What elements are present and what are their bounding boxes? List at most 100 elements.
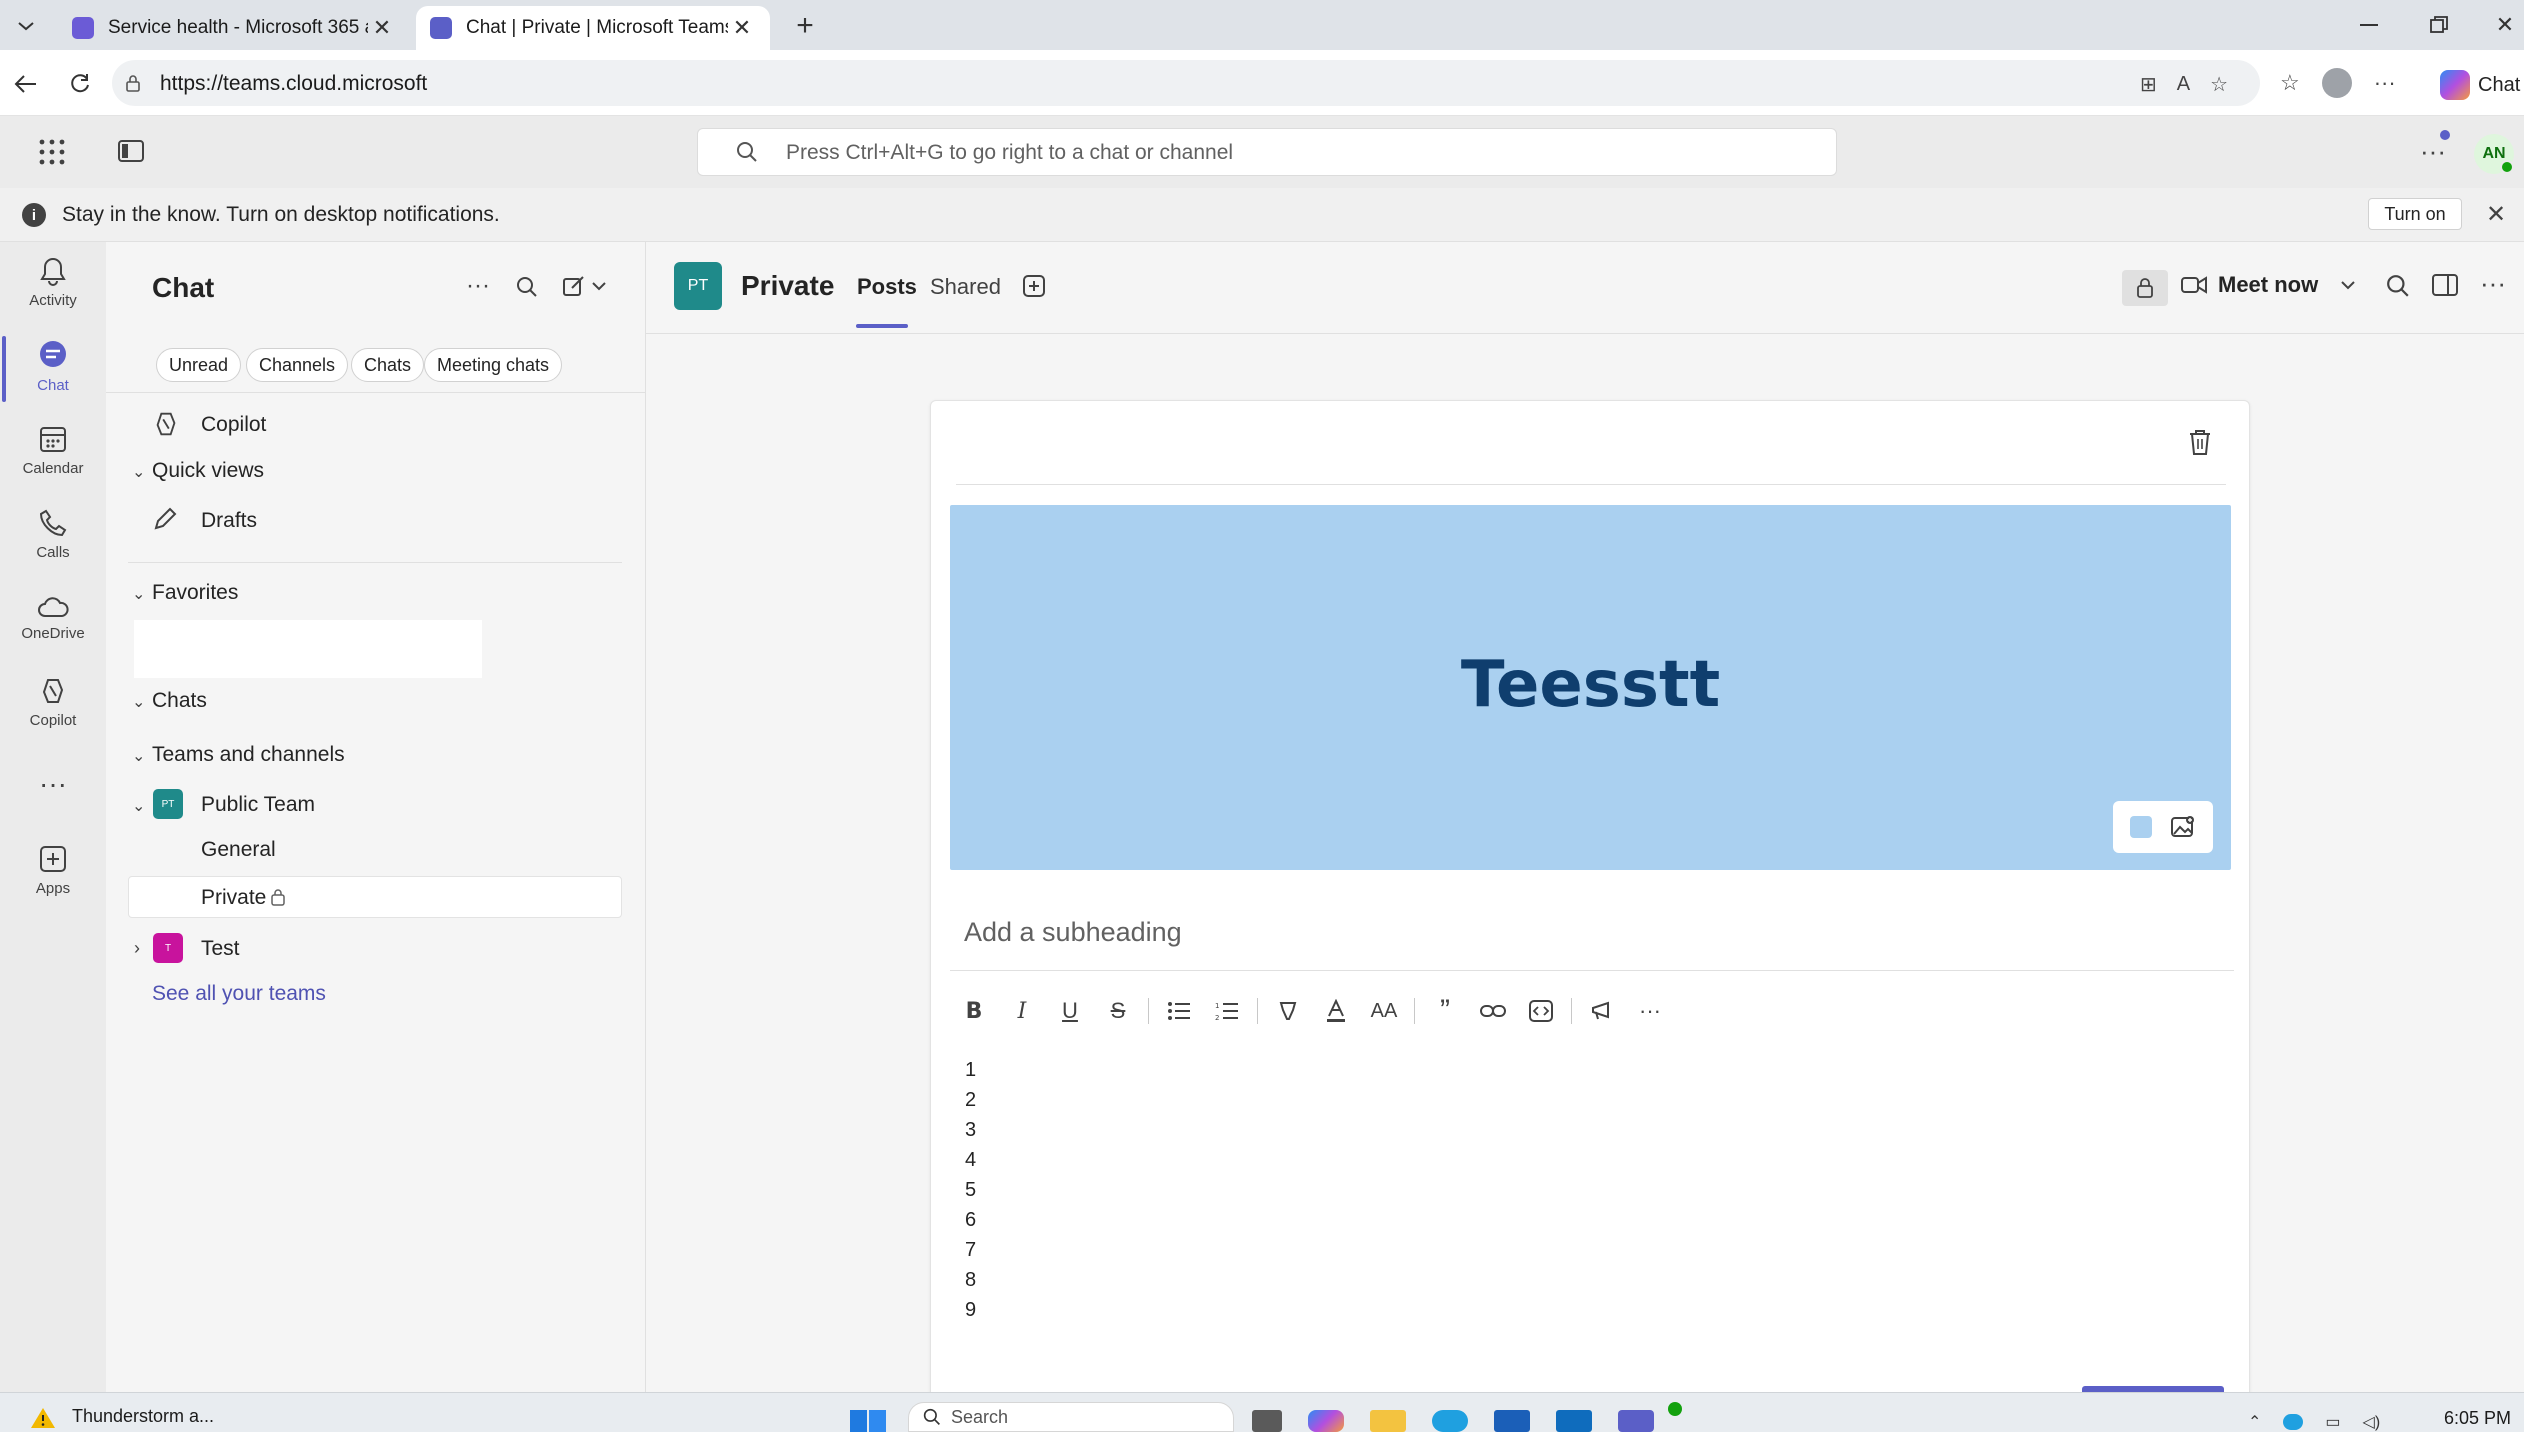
refresh-icon[interactable] [60, 64, 100, 104]
quote-icon[interactable]: ” [1421, 990, 1469, 1032]
font-size-icon[interactable]: AA [1360, 990, 1408, 1032]
banner-color-swatch-icon[interactable] [2130, 816, 2153, 838]
quick-views-header[interactable]: Quick views [152, 459, 264, 483]
url-text[interactable]: https://teams.cloud.microsoft [160, 72, 427, 96]
more-formatting-icon[interactable]: ··· [1626, 990, 1674, 1032]
tab-shared[interactable]: Shared [930, 274, 1001, 300]
announcement-headline[interactable]: Teesstt [950, 648, 2231, 722]
code-snippet-icon[interactable] [1517, 990, 1565, 1032]
app-launcher-icon[interactable] [38, 138, 66, 166]
drafts-item[interactable]: Drafts [201, 509, 257, 533]
rail-item-chat[interactable]: Chat [0, 326, 106, 406]
team-test[interactable]: Test [201, 937, 240, 961]
new-chat-button[interactable] [562, 274, 606, 298]
italic-icon[interactable]: I [998, 990, 1046, 1032]
channel-search-icon[interactable] [2386, 274, 2410, 298]
numbered-list-icon[interactable]: 12 [1203, 990, 1251, 1032]
taskbar-search[interactable]: Search [908, 1402, 1234, 1432]
subheading-input[interactable]: Add a subheading [964, 917, 1182, 948]
quick-views-chevron-icon[interactable]: ⌄ [132, 462, 145, 482]
volume-icon[interactable]: ◁) [2363, 1412, 2381, 1432]
channel-general[interactable]: General [201, 838, 276, 862]
back-arrow-icon[interactable] [6, 64, 46, 104]
see-all-teams-link[interactable]: See all your teams [152, 982, 326, 1006]
strikethrough-icon[interactable]: S [1094, 990, 1142, 1032]
image-upload-icon[interactable] [2170, 815, 2196, 839]
store-icon[interactable] [1494, 1410, 1530, 1432]
delete-trash-icon[interactable] [2188, 428, 2212, 456]
filter-unread[interactable]: Unread [156, 348, 242, 382]
windows-start-icon[interactable] [850, 1410, 886, 1432]
font-color-icon[interactable] [1312, 990, 1360, 1032]
filter-channels[interactable]: Channels [246, 348, 349, 382]
link-icon[interactable] [1469, 990, 1517, 1032]
sidebar-toggle-icon[interactable] [118, 140, 144, 162]
channel-lock-button[interactable] [2122, 270, 2168, 306]
rail-item-onedrive[interactable]: OneDrive [0, 578, 106, 658]
chats-chevron-icon[interactable]: ⌄ [132, 692, 145, 712]
minimize-icon[interactable] [2334, 0, 2404, 50]
copilot-chat-item[interactable]: Copilot [201, 413, 266, 437]
channel-private[interactable]: Private [201, 886, 266, 910]
announcement-megaphone-icon[interactable] [1578, 990, 1626, 1032]
favorite-star-icon[interactable]: ☆ [2210, 72, 2228, 97]
bold-icon[interactable]: B [950, 990, 998, 1032]
tab-list-chevron-icon[interactable] [8, 8, 44, 44]
test-team-chevron-right-icon[interactable]: › [134, 938, 140, 959]
meet-now-button[interactable]: Meet now [2180, 272, 2356, 298]
more-options-icon[interactable]: ··· [2374, 70, 2396, 96]
open-pane-icon[interactable] [2432, 274, 2458, 296]
filter-chats[interactable]: Chats [351, 348, 425, 382]
tab-posts[interactable]: Posts [857, 274, 917, 300]
tray-app-icon[interactable] [2283, 1414, 2304, 1430]
browser-tab-teams[interactable]: Chat | Private | Microsoft Teams ✕ [416, 6, 770, 50]
teams-app-icon[interactable] [1618, 1410, 1654, 1432]
network-icon[interactable]: ▭ [2325, 1412, 2340, 1432]
taskbar-clock[interactable]: 6:05 PM [2444, 1408, 2511, 1429]
app-available-icon[interactable]: ⊞ [2140, 72, 2157, 97]
chats-header[interactable]: Chats [152, 689, 207, 713]
new-tab-plus-icon[interactable]: + [786, 8, 824, 44]
rail-item-activity[interactable]: Activity [0, 242, 106, 322]
site-info-icon[interactable] [124, 74, 142, 92]
post-body-list[interactable]: 1 2 3 4 5 6 7 8 9 [965, 1055, 976, 1325]
edge-icon[interactable] [1432, 1410, 1468, 1432]
tray-chevron-up-icon[interactable]: ⌃ [2248, 1412, 2261, 1432]
rail-item-calls[interactable]: Calls [0, 494, 106, 574]
bulleted-list-icon[interactable] [1155, 990, 1203, 1032]
close-tab-icon[interactable]: ✕ [728, 15, 756, 41]
underline-icon[interactable]: U [1046, 990, 1094, 1032]
weather-text[interactable]: Thunderstorm a... [72, 1406, 214, 1427]
favorites-chevron-icon[interactable]: ⌄ [132, 584, 145, 604]
outlook-icon[interactable] [1556, 1410, 1592, 1432]
add-tab-icon[interactable] [1022, 274, 1046, 298]
rail-item-apps[interactable]: Apps [0, 830, 106, 910]
task-view-icon[interactable] [1252, 1410, 1282, 1432]
rail-item-copilot[interactable]: Copilot [0, 662, 106, 742]
file-explorer-icon[interactable] [1370, 1410, 1406, 1432]
team-public-team[interactable]: Public Team [201, 793, 315, 817]
teams-and-channels-header[interactable]: Teams and channels [152, 743, 345, 767]
filter-meeting-chats[interactable]: Meeting chats [424, 348, 563, 382]
turn-on-button[interactable]: Turn on [2368, 198, 2462, 230]
browser-tab-service-health[interactable]: Service health - Microsoft 365 adm ✕ [58, 6, 410, 50]
restore-icon[interactable] [2404, 0, 2474, 50]
rail-more-apps-icon[interactable]: ··· [0, 746, 106, 822]
weather-alert-icon[interactable] [30, 1406, 56, 1430]
read-aloud-icon[interactable]: A [2177, 73, 2190, 96]
address-bar[interactable] [112, 60, 2260, 106]
copilot-app-icon[interactable] [1308, 1410, 1344, 1432]
chat-search-icon[interactable] [516, 276, 538, 298]
close-banner-icon[interactable]: ✕ [2486, 200, 2506, 229]
close-window-icon[interactable]: ✕ [2470, 0, 2524, 50]
favorites-header[interactable]: Favorites [152, 581, 238, 605]
chat-more-options-icon[interactable]: ··· [466, 272, 490, 300]
highlight-icon[interactable] [1264, 990, 1312, 1032]
copilot-button[interactable]: Chat [2440, 70, 2520, 100]
rail-item-calendar[interactable]: Calendar [0, 410, 106, 490]
favorites-icon[interactable]: ☆ [2280, 70, 2300, 96]
public-team-chevron-icon[interactable]: ⌄ [132, 796, 145, 816]
channel-more-icon[interactable]: ··· [2480, 268, 2506, 299]
close-tab-icon[interactable]: ✕ [368, 15, 396, 41]
teams-more-icon[interactable]: ··· [2420, 136, 2446, 167]
